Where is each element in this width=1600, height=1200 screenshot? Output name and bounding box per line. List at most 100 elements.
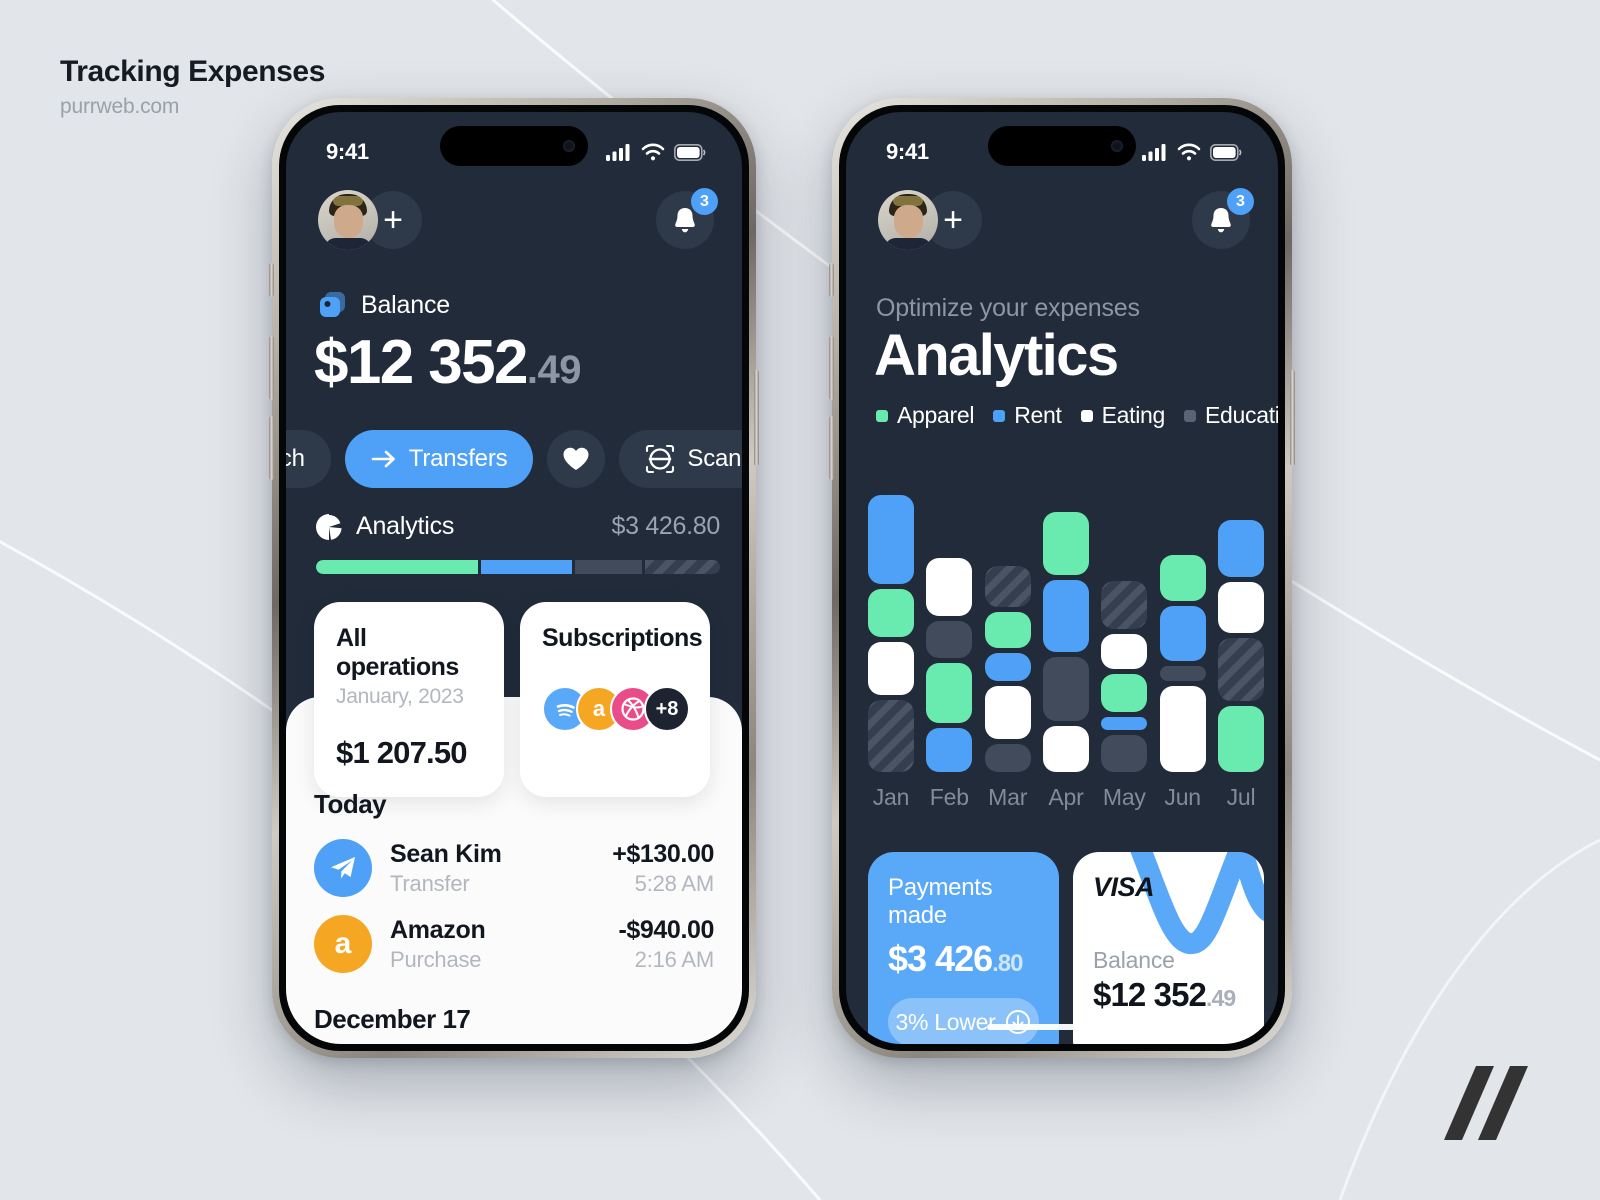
chart-column-jan[interactable] [868,462,914,772]
balance-whole: $12 352 [314,328,529,397]
chip-search[interactable]: rch [286,430,331,488]
balance-icon [320,292,345,317]
purrweb-logo-icon [1444,1066,1528,1140]
branding-block: Tracking Expenses purrweb.com [60,55,325,119]
chart-column-jun[interactable] [1159,462,1206,772]
notifications-button[interactable]: 3 [1192,188,1254,249]
battery-icon [1210,143,1242,161]
transaction-type: Purchase [390,946,482,972]
visa-logo: VISA [1093,872,1155,902]
volume-down-button[interactable] [829,416,834,480]
chart-column-jul[interactable] [1217,462,1264,772]
volume-up-button[interactable] [269,336,274,400]
mute-switch[interactable] [829,263,834,297]
chart-x-label-jan: Jan [872,784,910,810]
payments-trend-label: 3% Lower [895,1008,996,1035]
chart-column-mar[interactable] [984,462,1031,772]
chart-segment-rent [1217,519,1264,577]
legend-dot-eating [1080,409,1093,422]
chip-search-label: rch [286,445,305,472]
more-subscriptions-count: +8 [644,686,690,732]
chip-scanner-label: Scanner [687,445,742,472]
transactions-day-heading: Today [314,789,387,819]
visa-balance-cents: .49 [1206,985,1236,1011]
operations-amount: $1 207.50 [336,735,468,770]
chart-legend: Apparel Rent Eating Education [876,402,1278,429]
legend-item-eating[interactable]: Eating [1080,402,1166,429]
progress-segment-apparel [316,560,478,574]
payments-trend-badge[interactable]: 3% Lower [888,998,1039,1044]
analytics-bottom-cards: Payments made $3 426.80 3% Lower VISA Ba… [868,852,1264,1044]
legend-label-rent: Rent [1014,402,1062,428]
power-button[interactable] [754,370,759,466]
visa-card[interactable]: VISA Balance $12 352.49 [1073,852,1264,1044]
progress-segment-education [644,560,720,574]
avatar[interactable] [878,190,938,250]
legend-label-eating: Eating [1101,402,1166,428]
table-row[interactable]: a Amazon Purchase -$940.00 2:16 AM [314,906,714,982]
analytics-summary-row[interactable]: Analytics $3 426.80 [316,512,720,541]
notifications-button[interactable]: 3 [656,188,718,249]
chart-segment-eating [1159,685,1206,772]
balance-amount: $12 352.49 [314,327,582,398]
analytics-page-title: Analytics [874,323,1119,388]
chip-favorites[interactable] [547,430,606,488]
transaction-type: Transfer [390,870,470,896]
legend-dot-education [1184,409,1196,422]
left-header: + 3 [286,188,742,250]
chart-column-apr[interactable] [1042,462,1089,772]
status-time: 9:41 [886,139,929,164]
chart-segment-education [984,566,1031,607]
notification-badge: 3 [1227,188,1254,215]
amazon-icon: a [314,915,372,973]
power-button[interactable] [1290,370,1295,466]
avatar[interactable] [318,190,378,250]
right-header: + 3 [846,188,1278,250]
balance-row: Balance [318,290,450,320]
chart-segment-education [1217,638,1264,701]
chart-segment-education [984,744,1031,772]
chip-scanner[interactable]: Scanner [619,430,742,488]
page-title: Tracking Expenses [60,55,326,88]
chart-segment-eating [868,641,914,696]
chart-segment-rent [1159,605,1206,661]
legend-item-apparel[interactable]: Apparel [876,402,974,429]
chart-column-may[interactable] [1101,462,1148,772]
chart-segment-education [868,700,914,772]
analytics-label: Analytics [356,512,455,540]
chart-segment-apparel [1042,512,1089,575]
chip-transfers[interactable]: Transfers [344,430,534,488]
transactions-day-heading: December 17 [314,1004,471,1034]
chart-x-label-feb: Feb [929,784,969,810]
pie-chart-icon [316,513,342,540]
mute-switch[interactable] [269,263,274,297]
legend-item-rent[interactable]: Rent [993,402,1062,429]
visa-balance-amount: $12 352.49 [1093,976,1244,1014]
transaction-amount: -$940.00 [618,915,715,944]
volume-up-button[interactable] [829,336,834,400]
expenses-bar-chart [868,462,1264,772]
transaction-name: Amazon [390,915,486,944]
home-indicator[interactable] [987,1024,1137,1030]
volume-down-button[interactable] [269,416,274,480]
chart-x-label-jul: Jul [1226,784,1256,810]
avatar-face [334,205,363,238]
dynamic-island [440,126,588,166]
chart-segment-apparel [1101,673,1148,713]
arrow-right-icon [371,450,395,468]
chart-segment-rent [926,727,973,772]
operations-title: All operations [336,624,459,681]
payments-cents: .80 [992,950,1023,977]
chart-segment-apparel [984,611,1031,649]
visa-balance-label: Balance [1093,947,1175,973]
chart-x-label-mar: Mar [988,784,1028,810]
status-time: 9:41 [326,139,369,164]
transaction-time: 2:16 AM [634,946,715,972]
operations-period: January, 2023 [336,685,464,708]
payments-made-card[interactable]: Payments made $3 426.80 3% Lower [868,852,1059,1044]
chart-segment-apparel [1217,705,1264,772]
background-curves [0,0,1600,1200]
legend-item-education[interactable]: Education [1184,402,1278,429]
table-row[interactable]: Sean Kim Transfer +$130.00 5:28 AM [314,830,714,906]
chart-column-feb[interactable] [926,462,973,772]
